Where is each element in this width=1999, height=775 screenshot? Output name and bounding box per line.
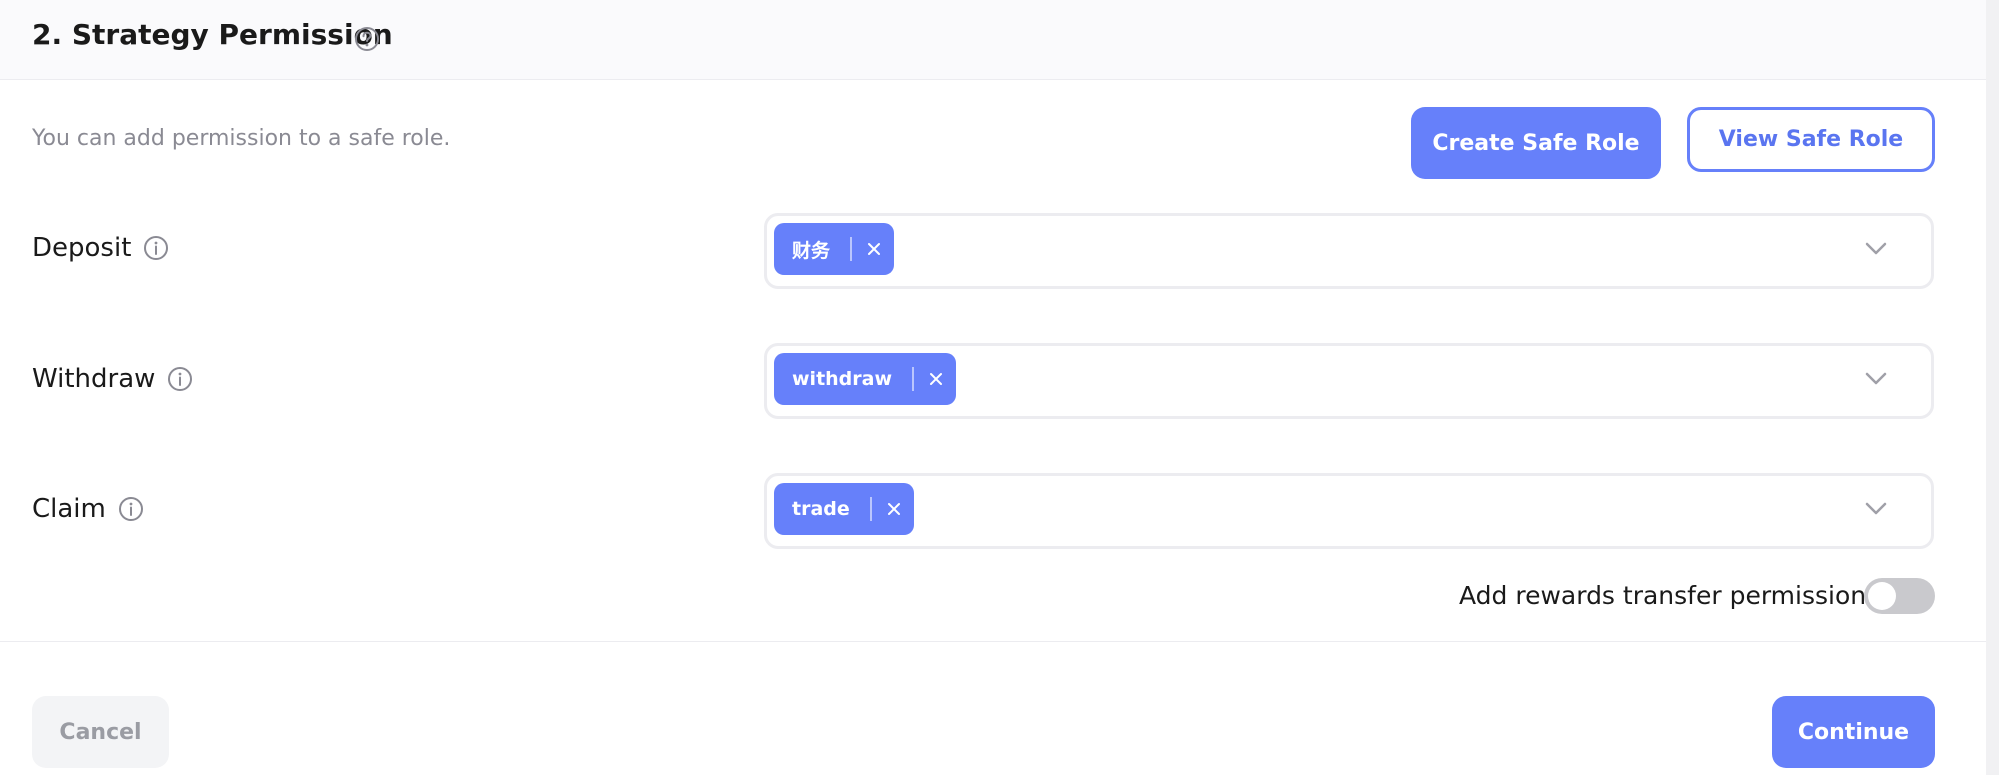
withdraw-role-select[interactable]: withdraw bbox=[764, 343, 1934, 419]
section-title: 2. Strategy Permission bbox=[32, 18, 393, 51]
question-circle-icon[interactable] bbox=[354, 26, 380, 52]
info-icon[interactable] bbox=[143, 235, 169, 261]
rewards-transfer-toggle[interactable] bbox=[1864, 578, 1935, 614]
footer-divider bbox=[0, 641, 1986, 642]
chevron-down-icon[interactable] bbox=[1865, 372, 1887, 386]
deposit-role-select[interactable]: 财务 bbox=[764, 213, 1934, 289]
chevron-down-icon[interactable] bbox=[1865, 242, 1887, 256]
deposit-label: Deposit bbox=[32, 233, 132, 263]
info-icon[interactable] bbox=[167, 366, 193, 392]
role-tag-label: 财务 bbox=[792, 239, 831, 262]
tag-divider bbox=[912, 367, 915, 391]
role-tag: 财务 bbox=[774, 223, 895, 275]
tag-divider bbox=[869, 497, 872, 521]
create-safe-role-button[interactable]: Create Safe Role bbox=[1411, 107, 1661, 179]
close-icon[interactable] bbox=[928, 371, 944, 387]
rewards-transfer-label: Add rewards transfer permission bbox=[1459, 581, 1867, 610]
role-tag: withdraw bbox=[774, 353, 957, 405]
chevron-down-icon[interactable] bbox=[1865, 502, 1887, 516]
permission-hint: You can add permission to a safe role. bbox=[32, 126, 451, 151]
toggle-knob bbox=[1868, 582, 1896, 610]
tag-divider bbox=[850, 237, 853, 261]
close-icon[interactable] bbox=[886, 501, 902, 517]
role-tag-label: withdraw bbox=[792, 368, 893, 390]
section-header: 2. Strategy Permission bbox=[0, 0, 1986, 80]
claim-role-select[interactable]: trade bbox=[764, 473, 1934, 549]
view-safe-role-button[interactable]: View Safe Role bbox=[1687, 107, 1935, 172]
close-icon[interactable] bbox=[866, 241, 882, 257]
withdraw-label: Withdraw bbox=[32, 364, 156, 394]
continue-button[interactable]: Continue bbox=[1772, 696, 1935, 768]
claim-row-label: Claim bbox=[32, 494, 144, 524]
role-tag: trade bbox=[774, 483, 914, 535]
info-icon[interactable] bbox=[118, 496, 144, 522]
claim-label: Claim bbox=[32, 494, 106, 524]
deposit-row-label: Deposit bbox=[32, 233, 169, 263]
role-tag-label: trade bbox=[792, 498, 850, 520]
cancel-button[interactable]: Cancel bbox=[32, 696, 169, 768]
scrollbar[interactable] bbox=[1986, 0, 1999, 775]
withdraw-row-label: Withdraw bbox=[32, 364, 193, 394]
